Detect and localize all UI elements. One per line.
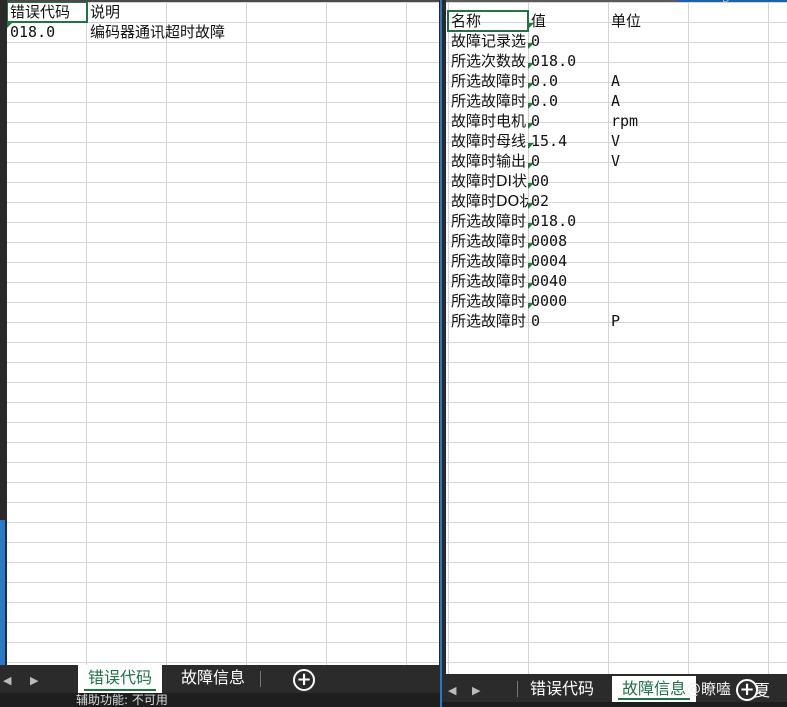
cell-comment-marker: [528, 163, 534, 169]
sheet-tab-bar: ◀ ▶ 错误代码 故障信息 @瞭嗑 + 夏: [442, 676, 787, 702]
cell-comment-marker: [528, 143, 534, 149]
row-unit-cell[interactable]: [608, 51, 688, 71]
overflow-text: 夏: [754, 681, 771, 700]
cell-comment-marker: [528, 263, 534, 269]
row-unit-cell[interactable]: rpm: [608, 111, 688, 131]
row-unit-cell[interactable]: A: [608, 91, 688, 111]
cell-comment-marker: [528, 183, 534, 189]
row-unit-cell[interactable]: [608, 171, 688, 191]
row-name-cell[interactable]: 所选故障时: [448, 251, 528, 271]
row-name-cell[interactable]: 所选故障时: [448, 91, 528, 111]
row-value-cell[interactable]: 0: [528, 111, 608, 131]
row-unit-cell[interactable]: V: [608, 151, 688, 171]
worksheet-grid[interactable]: 错误代码 说明 018.0 编码器通讯超时故障: [7, 2, 439, 665]
row-unit-cell[interactable]: [608, 251, 688, 271]
status-bar: [442, 702, 787, 707]
row-value-cell[interactable]: 0.0: [528, 71, 608, 91]
row-name-cell[interactable]: 故障时输出: [448, 151, 528, 171]
row-name-cell[interactable]: 故障记录选: [448, 31, 528, 51]
row-name-cell[interactable]: 所选故障时: [448, 291, 528, 311]
row-value-cell[interactable]: 0: [528, 151, 608, 171]
header-cell-error-code[interactable]: 错误代码: [7, 2, 88, 23]
tab-error-code[interactable]: 错误代码: [78, 665, 163, 693]
row-unit-cell[interactable]: [608, 231, 688, 251]
row-unit-cell[interactable]: [608, 271, 688, 291]
row-name-cell[interactable]: 所选故障时: [448, 231, 528, 251]
cell-comment-marker: [528, 63, 534, 69]
row-unit-cell[interactable]: [608, 211, 688, 231]
cell-comment-marker: [528, 103, 534, 109]
scroll-right-icon[interactable]: ▶: [472, 684, 480, 697]
cell-comment-marker: [528, 83, 534, 89]
left-window: 错误代码 说明 018.0 编码器通讯超时故障 ◀ ▶ 错误代码 故障信息 + …: [0, 0, 440, 707]
header-cell-value[interactable]: 值: [528, 11, 608, 31]
header-cell-name[interactable]: 名称: [447, 10, 529, 32]
cell-description[interactable]: 编码器通讯超时故障: [87, 22, 327, 42]
cell-comment-marker: [528, 223, 534, 229]
row-value-cell[interactable]: 0004: [528, 251, 608, 271]
row-name-cell[interactable]: 所选故障时: [448, 311, 528, 331]
row-unit-cell[interactable]: [608, 291, 688, 311]
row-name-cell[interactable]: 所选次数故: [448, 51, 528, 71]
column-letter-d: D: [722, 0, 730, 5]
row-name-cell[interactable]: 所选故障时: [448, 211, 528, 231]
tab-divider: [260, 671, 261, 687]
tab-fault-info[interactable]: 故障信息: [171, 665, 255, 693]
row-unit-cell[interactable]: A: [608, 71, 688, 91]
row-value-cell[interactable]: 0008: [528, 231, 608, 251]
cell-comment-marker: [528, 23, 534, 29]
accessibility-status[interactable]: 辅助功能: 不可用: [76, 691, 168, 707]
row-value-cell[interactable]: 0000: [528, 291, 608, 311]
scroll-left-icon[interactable]: ◀: [3, 674, 11, 687]
row-unit-cell[interactable]: P: [608, 311, 688, 331]
row-unit-cell[interactable]: [608, 31, 688, 51]
row-value-cell[interactable]: 0: [528, 31, 608, 51]
sheet-tab-bar: ◀ ▶ 错误代码 故障信息 +: [0, 665, 440, 693]
row-name-cell[interactable]: 故障时电机: [448, 111, 528, 131]
cell-error-code[interactable]: 018.0: [7, 22, 87, 42]
window-edge: [0, 520, 5, 665]
tab-error-code[interactable]: 错误代码: [520, 676, 604, 702]
row-value-cell[interactable]: 0040: [528, 271, 608, 291]
add-sheet-icon[interactable]: +: [293, 669, 315, 691]
row-name-cell[interactable]: 故障时母线: [448, 131, 528, 151]
worksheet-grid[interactable]: 名称值单位 故障记录选 0 所选次数故 018.0 所选故障时 0.0 A 所选故障时 0.0 A 故…: [446, 2, 787, 674]
tab-divider: [517, 681, 518, 697]
row-value-cell[interactable]: 018.0: [528, 211, 608, 231]
cell-comment-marker: [528, 43, 534, 49]
status-bar: 辅助功能: 不可用: [0, 693, 440, 707]
scroll-right-icon[interactable]: ▶: [30, 674, 38, 687]
scroll-left-icon[interactable]: ◀: [448, 684, 456, 697]
cell-comment-marker: [528, 243, 534, 249]
cell-comment-marker: [528, 303, 534, 309]
cell-comment-marker: [7, 22, 13, 28]
header-cell-unit[interactable]: 单位: [608, 11, 688, 31]
tab-fault-info[interactable]: 故障信息: [612, 676, 697, 702]
header-cell-description[interactable]: 说明: [87, 2, 167, 22]
row-unit-cell[interactable]: V: [608, 131, 688, 151]
row-value-cell[interactable]: 02: [528, 191, 608, 211]
row-value-cell[interactable]: 00: [528, 171, 608, 191]
row-value-cell[interactable]: 0.0: [528, 91, 608, 111]
cell-comment-marker: [528, 283, 534, 289]
row-value-cell[interactable]: 018.0: [528, 51, 608, 71]
cell-comment-marker: [528, 123, 534, 129]
row-name-cell[interactable]: 所选故障时: [448, 271, 528, 291]
cell-comment-marker: [528, 203, 534, 209]
row-value-cell[interactable]: 0: [528, 311, 608, 331]
row-value-cell[interactable]: 15.4: [528, 131, 608, 151]
watermark: @瞭嗑: [686, 680, 732, 698]
row-name-cell[interactable]: 故障时DI状: [448, 171, 528, 191]
row-unit-cell[interactable]: [608, 191, 688, 211]
right-window: 名称值单位 故障记录选 0 所选次数故 018.0 所选故障时 0.0 A 所选故障时 0.0 A 故…: [442, 0, 787, 707]
row-name-cell[interactable]: 故障时DO状: [448, 191, 528, 211]
row-name-cell[interactable]: 所选故障时: [448, 71, 528, 91]
